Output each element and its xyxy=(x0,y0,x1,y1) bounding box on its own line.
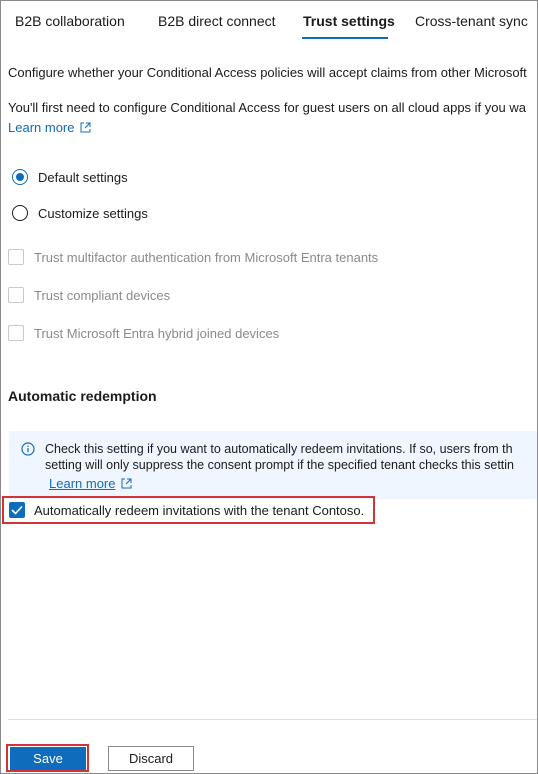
footer-divider xyxy=(8,719,537,720)
info-learn-more-link[interactable]: Learn more xyxy=(49,476,115,491)
checkbox-auto-redeem[interactable]: Automatically redeem invitations with th… xyxy=(9,501,364,519)
info-learn-more-wrap: Learn more xyxy=(49,476,132,492)
checkbox-trust-mfa[interactable]: Trust multifactor authentication from Mi… xyxy=(8,247,378,267)
automatic-redemption-heading: Automatic redemption xyxy=(8,388,157,404)
info-banner: Check this setting if you want to automa… xyxy=(9,431,537,499)
checkbox-trust-hybrid-box[interactable] xyxy=(8,325,24,341)
checkbox-trust-hybrid-label: Trust Microsoft Entra hybrid joined devi… xyxy=(34,325,280,341)
info-icon xyxy=(21,442,35,459)
radio-customize-settings-label: Customize settings xyxy=(38,205,148,221)
tab-bar: B2B collaboration B2B direct connect Tru… xyxy=(1,1,537,41)
tab-trust-settings[interactable]: Trust settings xyxy=(303,13,395,37)
tab-b2b-collaboration[interactable]: B2B collaboration xyxy=(15,13,125,37)
active-tab-indicator xyxy=(302,37,388,39)
info-text-line2: setting will only suppress the consent p… xyxy=(45,458,514,472)
info-text-line1: Check this setting if you want to automa… xyxy=(45,442,513,456)
checkbox-trust-compliant[interactable]: Trust compliant devices xyxy=(8,285,170,305)
radio-default-settings-circle[interactable] xyxy=(12,169,28,185)
checkbox-trust-compliant-box[interactable] xyxy=(8,287,24,303)
trust-settings-panel: B2B collaboration B2B direct connect Tru… xyxy=(0,0,538,774)
checkbox-auto-redeem-label: Automatically redeem invitations with th… xyxy=(34,502,365,518)
radio-default-settings[interactable]: Default settings xyxy=(12,167,128,187)
checkbox-trust-mfa-label: Trust multifactor authentication from Mi… xyxy=(34,249,379,265)
intro-description: Configure whether your Conditional Acces… xyxy=(8,65,527,80)
external-link-icon xyxy=(80,121,91,136)
checkbox-trust-mfa-box[interactable] xyxy=(8,249,24,265)
intro-learn-more-link[interactable]: Learn more xyxy=(8,120,74,135)
checkbox-trust-hybrid[interactable]: Trust Microsoft Entra hybrid joined devi… xyxy=(8,323,279,343)
external-link-icon xyxy=(121,477,132,492)
save-button[interactable]: Save xyxy=(10,747,86,770)
intro-learn-more-wrap: Learn more xyxy=(8,120,91,136)
radio-customize-settings[interactable]: Customize settings xyxy=(12,203,148,223)
checkbox-auto-redeem-box[interactable] xyxy=(9,502,25,518)
radio-customize-settings-circle[interactable] xyxy=(12,205,28,221)
checkbox-trust-compliant-label: Trust compliant devices xyxy=(34,287,171,303)
intro-prerequisite: You'll first need to configure Condition… xyxy=(8,100,526,115)
info-text: Check this setting if you want to automa… xyxy=(45,441,514,473)
checkmark-icon xyxy=(11,505,23,515)
discard-button[interactable]: Discard xyxy=(108,746,194,771)
tab-b2b-direct-connect[interactable]: B2B direct connect xyxy=(158,13,276,37)
tab-cross-tenant-sync[interactable]: Cross-tenant sync xyxy=(415,13,528,37)
radio-default-settings-label: Default settings xyxy=(38,169,128,185)
